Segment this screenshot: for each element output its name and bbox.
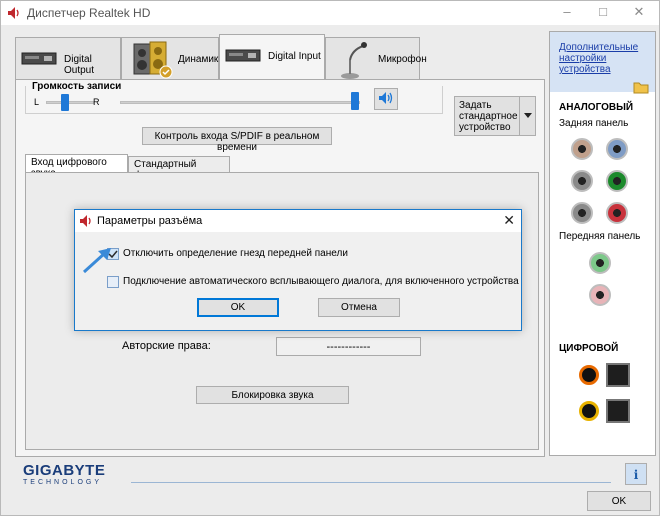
tab-default-format[interactable]: Стандартный формат bbox=[128, 156, 230, 181]
front-panel-label: Передняя панель bbox=[559, 231, 641, 242]
volume-slider[interactable] bbox=[351, 92, 359, 110]
auto-popup-checkbox[interactable] bbox=[107, 276, 119, 288]
copyright-label: Авторские права: bbox=[122, 340, 211, 352]
audio-jack[interactable] bbox=[589, 252, 611, 274]
audio-jack[interactable] bbox=[606, 138, 628, 160]
speakers-icon bbox=[133, 41, 173, 79]
copyright-field: ------------ bbox=[276, 337, 421, 356]
digital-input-icon bbox=[225, 49, 261, 62]
info-button[interactable]: i bbox=[625, 463, 647, 485]
auto-popup-label: Подключение автоматического всплывающего… bbox=[123, 276, 519, 287]
volume-track bbox=[120, 101, 360, 104]
digital-jack-coax bbox=[579, 365, 599, 385]
rear-panel-label: Задняя панель bbox=[559, 118, 629, 129]
speaker-icon bbox=[379, 92, 393, 104]
digital-jack-coax-in bbox=[579, 401, 599, 421]
tab-label: Микрофон bbox=[378, 54, 427, 65]
dialog-ok-button[interactable]: OK bbox=[197, 298, 279, 317]
dialog-title: Параметры разъёма bbox=[97, 215, 203, 227]
maximize-button[interactable]: □ bbox=[585, 1, 621, 25]
tab-label: Digital Input bbox=[268, 51, 321, 62]
info-icon: i bbox=[633, 468, 639, 482]
minimize-button[interactable]: – bbox=[549, 1, 585, 25]
tab-speakers[interactable]: Динамики bbox=[121, 37, 224, 79]
balance-slider[interactable] bbox=[61, 94, 69, 111]
speaker-icon bbox=[8, 7, 19, 19]
realtek-window: Диспетчер Realtek HD – □ ✕ Digital Outpu… bbox=[0, 0, 660, 516]
balance-right-label: R bbox=[93, 97, 100, 107]
tab-digital-output[interactable]: Digital Output bbox=[15, 37, 121, 79]
lock-sound-button[interactable]: Блокировка звука bbox=[196, 386, 349, 404]
tab-label: Digital Output bbox=[64, 54, 95, 76]
brand-tagline: TECHNOLOGY bbox=[23, 479, 103, 486]
speaker-icon bbox=[80, 215, 91, 227]
tab-label: Динамики bbox=[178, 54, 224, 65]
digital-heading: ЦИФРОВОЙ bbox=[559, 343, 619, 354]
folder-icon[interactable] bbox=[633, 80, 649, 94]
digital-jack-optical bbox=[606, 363, 630, 387]
title-bar: Диспетчер Realtek HD – □ ✕ bbox=[1, 1, 659, 25]
balance-left-label: L bbox=[34, 97, 40, 107]
brand-name: GIGABYTE bbox=[23, 462, 106, 479]
set-default-device-button[interactable]: Задать стандартное устройство bbox=[454, 96, 536, 136]
advanced-settings-link[interactable]: Дополнительные настройки устройства bbox=[559, 42, 651, 75]
footer-ok-button[interactable]: OK bbox=[587, 491, 651, 511]
analog-heading: АНАЛОГОВЫЙ bbox=[559, 102, 634, 113]
footer-divider bbox=[131, 482, 611, 483]
jack-settings-dialog: Параметры разъёма ✕ Отключить определени… bbox=[74, 209, 522, 331]
dropdown-arrow-icon bbox=[519, 97, 535, 135]
dialog-cancel-button[interactable]: Отмена bbox=[318, 298, 400, 317]
digital-jack-optical-in bbox=[606, 399, 630, 423]
disable-front-jack-detection-label: Отключить определение гнезд передней пан… bbox=[123, 248, 348, 259]
microphone-icon bbox=[341, 42, 367, 79]
audio-jack[interactable] bbox=[571, 138, 593, 160]
tab-digital-input-sound[interactable]: Вход цифрового звука bbox=[25, 154, 128, 179]
digital-output-icon bbox=[21, 52, 57, 65]
gigabyte-logo: GIGABYTE TECHNOLOGY bbox=[23, 462, 105, 486]
balance-track bbox=[46, 101, 94, 104]
audio-jack[interactable] bbox=[571, 202, 593, 224]
audio-jack[interactable] bbox=[606, 170, 628, 192]
audio-jack[interactable] bbox=[589, 284, 611, 306]
dialog-close-button[interactable]: ✕ bbox=[503, 212, 515, 229]
dialog-title-bar: Параметры разъёма ✕ bbox=[75, 210, 521, 232]
tab-digital-input[interactable]: Digital Input bbox=[219, 34, 325, 80]
audio-jack[interactable] bbox=[571, 170, 593, 192]
spdif-monitor-button[interactable]: Контроль входа S/PDIF в реальном времени bbox=[142, 127, 332, 153]
set-default-label: Задать стандартное устройство bbox=[459, 100, 518, 133]
pointer-arrow-icon bbox=[82, 248, 111, 274]
tab-microphone[interactable]: Микрофон bbox=[325, 37, 427, 79]
mute-button[interactable] bbox=[374, 88, 398, 110]
close-button[interactable]: ✕ bbox=[621, 1, 657, 25]
window-title: Диспетчер Realtek HD bbox=[27, 6, 151, 20]
side-panel: Дополнительные настройки устройства АНАЛ… bbox=[549, 31, 656, 456]
audio-jack[interactable] bbox=[606, 202, 628, 224]
